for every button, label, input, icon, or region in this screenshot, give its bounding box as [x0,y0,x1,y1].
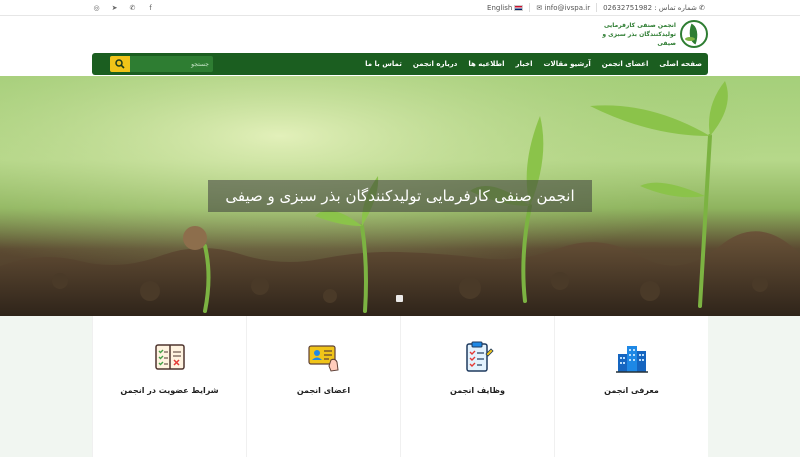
features-row: معرفی انجمن وظایف انجمن اعضای انجمن شرای… [92,316,708,457]
hero-caption: انجمن صنفی کارفرمایی تولیدکنندگان بذر سب… [208,180,592,212]
email-link[interactable]: ✉ info@ivspa.ir [536,4,590,12]
feature-label[interactable]: اعضای انجمن [247,386,400,395]
logo-text: انجمن صنفی کارفرمایی تولیدکنندگان بذر سب… [588,21,676,48]
divider [596,3,598,12]
language-link[interactable]: English [487,4,524,12]
email-text[interactable]: info@ivspa.ir [544,4,590,12]
checklist-book-icon [154,344,185,370]
divider [529,3,531,12]
feature-label[interactable]: معرفی انجمن [555,386,708,395]
buildings-icon [615,346,648,373]
feature-card-membership-terms[interactable]: شرایط عضویت در انجمن [92,316,246,457]
feature-card-about[interactable]: معرفی انجمن [554,316,708,457]
telegram-icon[interactable]: ➤ [110,3,119,12]
nav-item-announcements[interactable]: اطلاعیه ها [468,60,504,68]
clipboard-check-icon [465,341,494,372]
phone-icon: ✆ [699,3,705,12]
social-links: ◎ ➤ ✆ f [92,3,155,12]
uk-flag-icon [514,4,524,11]
feature-card-members[interactable]: اعضای انجمن [246,316,400,457]
whatsapp-icon[interactable]: ✆ [128,3,137,12]
search-box [110,56,213,72]
features-section: معرفی انجمن وظایف انجمن اعضای انجمن شرای… [0,316,800,457]
feature-card-duties[interactable]: وظایف انجمن [400,316,554,457]
phone-text: شماره تماس : 02632751982 [603,3,697,12]
search-button[interactable] [110,56,130,72]
phone-info: شماره تماس : 02632751982 ✆ [603,4,705,12]
nav-item-members[interactable]: اعضای انجمن [602,60,649,68]
feature-label[interactable]: وظایف انجمن [401,386,554,395]
nav-menu: صفحه اصلی اعضای انجمن آرشیو مقالات اخبار… [365,53,702,75]
slider-dot[interactable] [396,295,403,302]
top-bar: ◎ ➤ ✆ f English ✉ info@ivspa.ir شماره تم… [0,0,800,16]
logo-line-2: تولیدکنندگان بذر سبزی و صیفی [602,30,676,47]
contact-info: English ✉ info@ivspa.ir شماره تماس : 026… [487,3,705,12]
nav-item-contact[interactable]: تماس با ما [365,60,402,68]
instagram-icon[interactable]: ◎ [92,3,101,12]
leaf-logo-icon [680,20,708,48]
logo-line-1: انجمن صنفی کارفرمایی [603,21,676,29]
site-logo[interactable]: انجمن صنفی کارفرمایی تولیدکنندگان بذر سب… [588,18,708,50]
search-icon [115,59,125,69]
feature-label[interactable]: شرایط عضویت در انجمن [93,386,246,395]
member-card-icon [307,345,339,372]
language-label[interactable]: English [487,4,512,12]
search-input[interactable] [130,56,213,72]
nav-item-articles[interactable]: آرشیو مقالات [543,60,590,68]
nav-item-home[interactable]: صفحه اصلی [659,60,702,68]
hero-slider: انجمن صنفی کارفرمایی تولیدکنندگان بذر سب… [0,76,800,316]
facebook-icon[interactable]: f [146,3,155,12]
main-nav: صفحه اصلی اعضای انجمن آرشیو مقالات اخبار… [92,53,708,75]
nav-item-about[interactable]: درباره انجمن [413,60,458,68]
nav-item-news[interactable]: اخبار [516,60,533,68]
envelope-icon: ✉ [536,3,543,12]
